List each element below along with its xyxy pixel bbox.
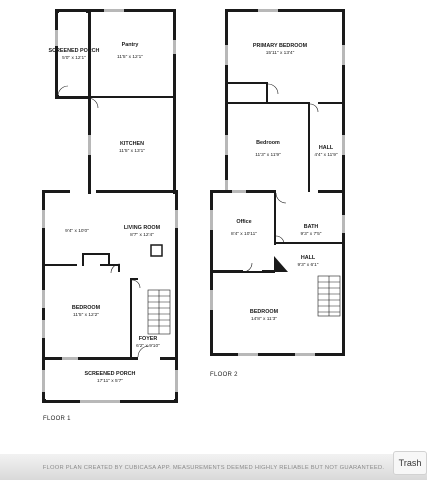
floor-plan: SCREENED PORCH 5'0" x 12'1" Pantry 11'5"… bbox=[42, 9, 345, 403]
room-dims: 9'3" x 6'1" bbox=[298, 262, 319, 268]
room-label-screened-porch-bottom: SCREENED PORCH 17'11" x 5'7" bbox=[85, 371, 136, 384]
trash-button[interactable]: Trash bbox=[393, 451, 427, 475]
room-dims: 9'3" x 7'5" bbox=[301, 231, 322, 237]
room-label-primary-bedroom: PRIMARY BEDROOM 15'11" x 13'4" bbox=[253, 43, 308, 56]
room-dims: 8'4" x 10'11" bbox=[231, 231, 257, 237]
room-label-kitchen: KITCHEN 11'5" x 13'1" bbox=[119, 141, 145, 154]
room-dims: 6'2" x 9'10" bbox=[136, 343, 160, 349]
room-name: SCREENED PORCH bbox=[49, 48, 100, 54]
room-name: BEDROOM bbox=[250, 309, 279, 315]
room-dims: 11'3" x 11'9" bbox=[255, 152, 281, 158]
room-label-hall-upper: HALL 4'4" x 11'9" bbox=[314, 145, 338, 158]
room-name: FOYER bbox=[139, 336, 158, 342]
room-dims: 4'4" x 11'9" bbox=[314, 152, 338, 158]
room-name: KITCHEN bbox=[120, 141, 144, 147]
room-label-living-room: LIVING ROOM 8'7" x 12'4" bbox=[124, 225, 161, 238]
room-label-bath: BATH 9'3" x 7'5" bbox=[301, 224, 322, 237]
room-dims: 14'8" x 11'3" bbox=[251, 316, 277, 322]
floor-2-stairs bbox=[317, 275, 341, 317]
floor-2-stair-landing bbox=[274, 256, 288, 272]
room-dims: 5'0" x 12'1" bbox=[62, 55, 86, 61]
room-label-dining: 9'4" x 10'0" bbox=[65, 228, 89, 234]
floor-2-label: FLOOR 2 bbox=[210, 372, 238, 378]
room-name: BATH bbox=[304, 224, 319, 230]
room-label-hall-lower: HALL 9'3" x 6'1" bbox=[298, 255, 319, 268]
room-label-pantry: Pantry 11'5" x 12'1" bbox=[117, 42, 143, 60]
room-label-bedroom-floor1: BEDROOM 11'5" x 12'2" bbox=[72, 305, 101, 318]
room-dims: 11'5" x 12'2" bbox=[73, 312, 99, 318]
footer-disclaimer: FLOOR PLAN CREATED BY CUBICASA APP. MEAS… bbox=[42, 465, 385, 471]
room-name: BEDROOM bbox=[72, 305, 101, 311]
room-name: SCREENED PORCH bbox=[85, 371, 136, 377]
room-dims: 11'5" x 13'1" bbox=[119, 148, 145, 154]
room-name: HALL bbox=[301, 255, 316, 261]
room-name: Office bbox=[236, 219, 251, 225]
room-dims: 11'5" x 12'1" bbox=[117, 54, 143, 60]
floor-2-walls bbox=[210, 9, 345, 356]
room-dims: 9'4" x 10'0" bbox=[65, 228, 89, 234]
floor-1-doors bbox=[57, 85, 150, 358]
floor-2-windows bbox=[210, 9, 345, 356]
floor-1-label: FLOOR 1 bbox=[43, 416, 71, 422]
room-name: Pantry bbox=[122, 42, 139, 48]
room-name: LIVING ROOM bbox=[124, 225, 161, 231]
room-dims: 17'11" x 5'7" bbox=[97, 378, 123, 384]
room-label-foyer: FOYER 6'2" x 9'10" bbox=[136, 336, 160, 349]
room-label-bedroom-floor2-bottom: BEDROOM 14'8" x 11'3" bbox=[250, 309, 279, 322]
room-label-office: Office 8'4" x 10'11" bbox=[231, 219, 257, 237]
room-name: HALL bbox=[319, 145, 334, 151]
room-name: PRIMARY BEDROOM bbox=[253, 43, 308, 49]
room-label-bedroom-floor2: Bedroom 11'3" x 11'9" bbox=[255, 140, 281, 158]
room-name: Bedroom bbox=[256, 140, 280, 146]
room-dims: 15'11" x 13'4" bbox=[266, 50, 295, 56]
floor-1-stairs bbox=[147, 289, 171, 335]
room-dims: 8'7" x 12'4" bbox=[130, 232, 154, 238]
